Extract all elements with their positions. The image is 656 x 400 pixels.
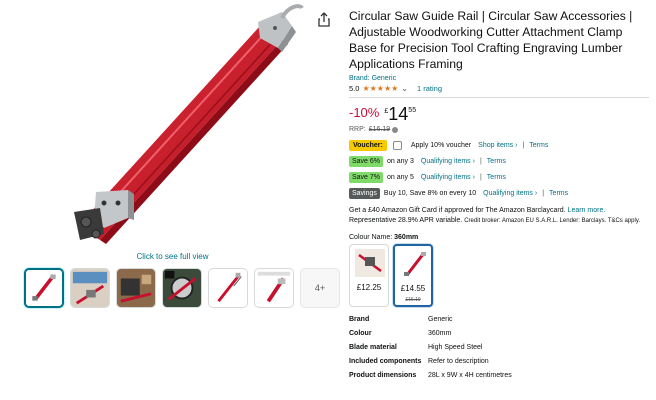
colour-option-1[interactable]: £12.25 bbox=[349, 244, 389, 307]
save7-badge: Save 7% bbox=[349, 172, 384, 183]
spec-value: 360mm bbox=[428, 330, 452, 337]
qualifying-items-link[interactable]: Qualifying items › bbox=[421, 174, 475, 181]
save6-row: Save 6% on any 3 Qualifying items › | Te… bbox=[349, 156, 649, 167]
chevron-down-icon[interactable]: ⌄ bbox=[401, 84, 408, 93]
terms-link[interactable]: Terms bbox=[487, 174, 506, 181]
thumbnail-4[interactable] bbox=[162, 268, 202, 308]
savings-row: Savings Buy 10, Save 8% on every 10 Qual… bbox=[349, 188, 649, 199]
price-fraction: 55 bbox=[408, 107, 417, 114]
thumbnail-3[interactable] bbox=[116, 268, 156, 308]
thumbnail-strip: 4+ bbox=[24, 268, 340, 308]
more-images-button[interactable]: 4+ bbox=[300, 268, 340, 308]
terms-link[interactable]: Terms bbox=[529, 142, 548, 149]
card-offer: Get a £40 Amazon Gift Card if approved f… bbox=[349, 206, 649, 226]
rrp-row: RRP: £16.19 bbox=[349, 126, 649, 133]
image-gallery: Click to see full view 4+ bbox=[0, 0, 345, 400]
qualifying-items-link[interactable]: Qualifying items › bbox=[483, 190, 537, 197]
rrp-label: RRP: bbox=[349, 126, 366, 133]
spec-key: Included components bbox=[349, 358, 422, 365]
rating-count-link[interactable]: 1 rating bbox=[417, 84, 442, 93]
colour-label-text: Colour Name: bbox=[349, 234, 393, 241]
rrp-value: £16.19 bbox=[368, 126, 391, 133]
colour-option-2[interactable]: £14.55 £16.19 bbox=[393, 244, 433, 307]
thumbnail-2[interactable] bbox=[70, 268, 110, 308]
brand-link[interactable]: Brand: Generic bbox=[349, 75, 649, 82]
savings-text: Buy 10, Save 8% on every 10 bbox=[383, 190, 477, 197]
spec-value: Generic bbox=[428, 316, 453, 323]
savings-badge: Savings bbox=[349, 188, 380, 199]
spec-key: Product dimensions bbox=[349, 372, 417, 379]
colour-option-rrp: £16.19 bbox=[405, 297, 421, 303]
main-product-image[interactable] bbox=[20, 4, 325, 250]
spec-key: Brand bbox=[349, 316, 370, 323]
voucher-row: Voucher: Apply 10% voucher Shop items › … bbox=[349, 140, 649, 151]
spec-row: Product dimensions 28L x 9W x 4H centime… bbox=[349, 372, 512, 386]
rating-value: 5.0 bbox=[349, 84, 360, 93]
product-specs-table: Brand Generic Colour 360mm Blade materia… bbox=[349, 316, 512, 386]
thumbnail-1[interactable] bbox=[24, 268, 64, 308]
save6-text: on any 3 bbox=[387, 158, 414, 165]
spec-key: Colour bbox=[349, 330, 372, 337]
spec-row: Included components Refer to description bbox=[349, 358, 512, 372]
spec-row: Colour 360mm bbox=[349, 330, 512, 344]
card-offer-text: Get a £40 Amazon Gift Card if approved f… bbox=[349, 207, 566, 214]
voucher-checkbox[interactable] bbox=[392, 141, 402, 150]
voucher-text: Apply 10% voucher bbox=[410, 142, 472, 149]
thumbnail-6[interactable] bbox=[254, 268, 294, 308]
colour-option-price: £14.55 bbox=[400, 284, 426, 293]
separator: | bbox=[522, 142, 525, 149]
save6-badge: Save 6% bbox=[349, 156, 384, 167]
qualifying-items-link[interactable]: Qualifying items › bbox=[421, 158, 475, 165]
spec-row: Brand Generic bbox=[349, 316, 512, 330]
spec-value: 28L x 9W x 4H centimetres bbox=[428, 372, 512, 379]
separator: | bbox=[542, 190, 545, 197]
rating-row: 5.0 ★★★★★ ⌄ 1 rating bbox=[349, 84, 649, 93]
apr-text: Representative 28.9% APR variable. bbox=[349, 217, 463, 224]
discount-percent: -10% bbox=[349, 105, 380, 120]
spec-value: Refer to description bbox=[428, 358, 489, 365]
terms-link[interactable]: Terms bbox=[487, 158, 506, 165]
separator: | bbox=[479, 158, 482, 165]
full-view-link[interactable]: Click to see full view bbox=[0, 252, 345, 261]
terms-link[interactable]: Terms bbox=[549, 190, 568, 197]
spec-value: High Speed Steel bbox=[428, 344, 483, 351]
info-icon[interactable] bbox=[392, 126, 399, 133]
thumbnail-5[interactable] bbox=[208, 268, 248, 308]
spec-key: Blade material bbox=[349, 344, 397, 351]
broker-text: Credit broker: Amazon EU S.A.R.L. Lender… bbox=[464, 218, 641, 224]
divider bbox=[349, 97, 649, 98]
colour-label: Colour Name: 360mm bbox=[349, 234, 649, 241]
spec-row: Blade material High Speed Steel bbox=[349, 344, 512, 358]
product-title: Circular Saw Guide Rail | Circular Saw A… bbox=[349, 9, 633, 71]
colour-selected: 360mm bbox=[394, 234, 419, 241]
product-details: Circular Saw Guide Rail | Circular Saw A… bbox=[349, 8, 649, 386]
save7-row: Save 7% on any 5 Qualifying items › | Te… bbox=[349, 172, 649, 183]
price-row: -10% £ 14 55 bbox=[349, 105, 649, 123]
separator: | bbox=[479, 174, 482, 181]
save7-text: on any 5 bbox=[387, 174, 414, 181]
voucher-badge: Voucher: bbox=[349, 140, 387, 151]
shop-items-link[interactable]: Shop items › bbox=[478, 142, 517, 149]
share-icon[interactable] bbox=[317, 12, 331, 28]
star-rating[interactable]: ★★★★★ bbox=[362, 84, 398, 93]
learn-more-link[interactable]: Learn more. bbox=[568, 207, 606, 214]
colour-option-price: £12.25 bbox=[356, 283, 382, 292]
colour-swatches: £12.25 £14.55 £16.19 bbox=[349, 244, 649, 307]
price-whole: 14 bbox=[388, 104, 409, 124]
